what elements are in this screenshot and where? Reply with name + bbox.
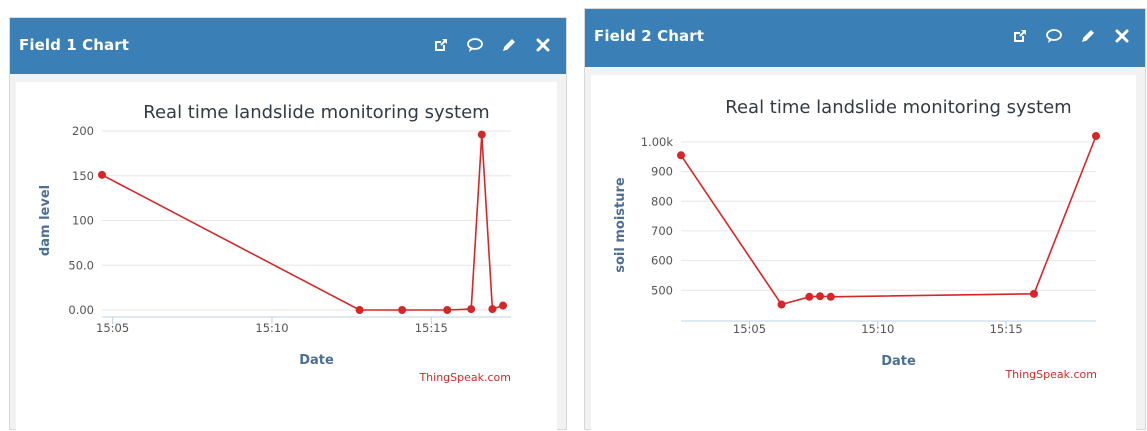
field-1-chart-panel: Field 1 Chart Real time landslide monito… [9,17,567,431]
y-tick-label: 800 [651,194,673,208]
close-icon[interactable] [1111,25,1133,47]
data-point [805,292,814,301]
panel-title: Field 2 Chart [594,27,704,45]
chart-area: Real time landslide monitoring system 0.0… [16,82,557,431]
close-icon[interactable] [532,34,554,56]
y-tick-label: 600 [651,254,673,268]
data-point [477,130,486,139]
chart-title: Real time landslide monitoring system [725,97,1071,118]
y-tick-label: 700 [651,224,673,238]
data-point [398,306,407,314]
x-tick-label: 15:15 [415,321,448,335]
credit-link[interactable]: ThingSpeak.com [1004,368,1097,381]
y-tick-label: 0.00 [68,303,94,317]
panel-header: Field 1 Chart [10,18,566,74]
soil-moisture-chart: Real time landslide monitoring system 500… [613,97,1100,381]
data-point [488,305,497,314]
comment-icon[interactable] [464,34,486,56]
data-point [1092,132,1100,140]
data-point [826,292,835,301]
panel-header: Field 2 Chart [585,9,1145,67]
x-tick-label: 15:10 [861,322,894,336]
data-point [816,292,825,301]
credit-link[interactable]: ThingSpeak.com [418,371,511,384]
x-axis-title: Date [881,354,916,369]
series-line [680,135,1097,306]
pencil-icon[interactable] [1077,25,1099,47]
data-point [355,306,364,314]
x-tick-label: 15:05 [733,322,766,336]
y-tick-label: 100 [72,214,94,228]
x-tick-label: 15:15 [990,322,1023,336]
series-line [101,134,504,311]
y-tick-label: 200 [72,124,94,138]
data-point [677,151,685,160]
dam-level-chart: Real time landslide monitoring system 0.0… [38,102,511,384]
data-point [98,170,106,179]
y-axis-title: dam level [38,185,53,256]
x-tick-label: 15:05 [96,321,129,335]
y-axis-title: soil moisture [613,177,628,273]
data-point [443,306,452,314]
chart-area: Real time landslide monitoring system 500… [591,75,1136,431]
y-tick-label: 150 [72,169,94,183]
external-link-icon[interactable] [1009,25,1031,47]
field-2-chart-panel: Field 2 Chart Real time landslide monito… [584,8,1146,431]
data-point [1029,289,1038,298]
y-tick-label: 1.00k [641,135,674,149]
data-point [467,305,476,314]
header-icons [430,34,554,56]
y-tick-label: 50.0 [68,258,94,272]
chart-title: Real time landslide monitoring system [143,102,489,123]
y-tick-label: 500 [651,283,673,297]
comment-icon[interactable] [1043,25,1065,47]
header-icons [1009,25,1133,47]
x-axis-title: Date [299,353,334,368]
data-point [777,300,786,309]
x-tick-label: 15:10 [255,321,288,335]
data-point [499,301,508,310]
panel-title: Field 1 Chart [19,36,129,54]
pencil-icon[interactable] [498,34,520,56]
external-link-icon[interactable] [430,34,452,56]
y-tick-label: 900 [651,165,673,179]
